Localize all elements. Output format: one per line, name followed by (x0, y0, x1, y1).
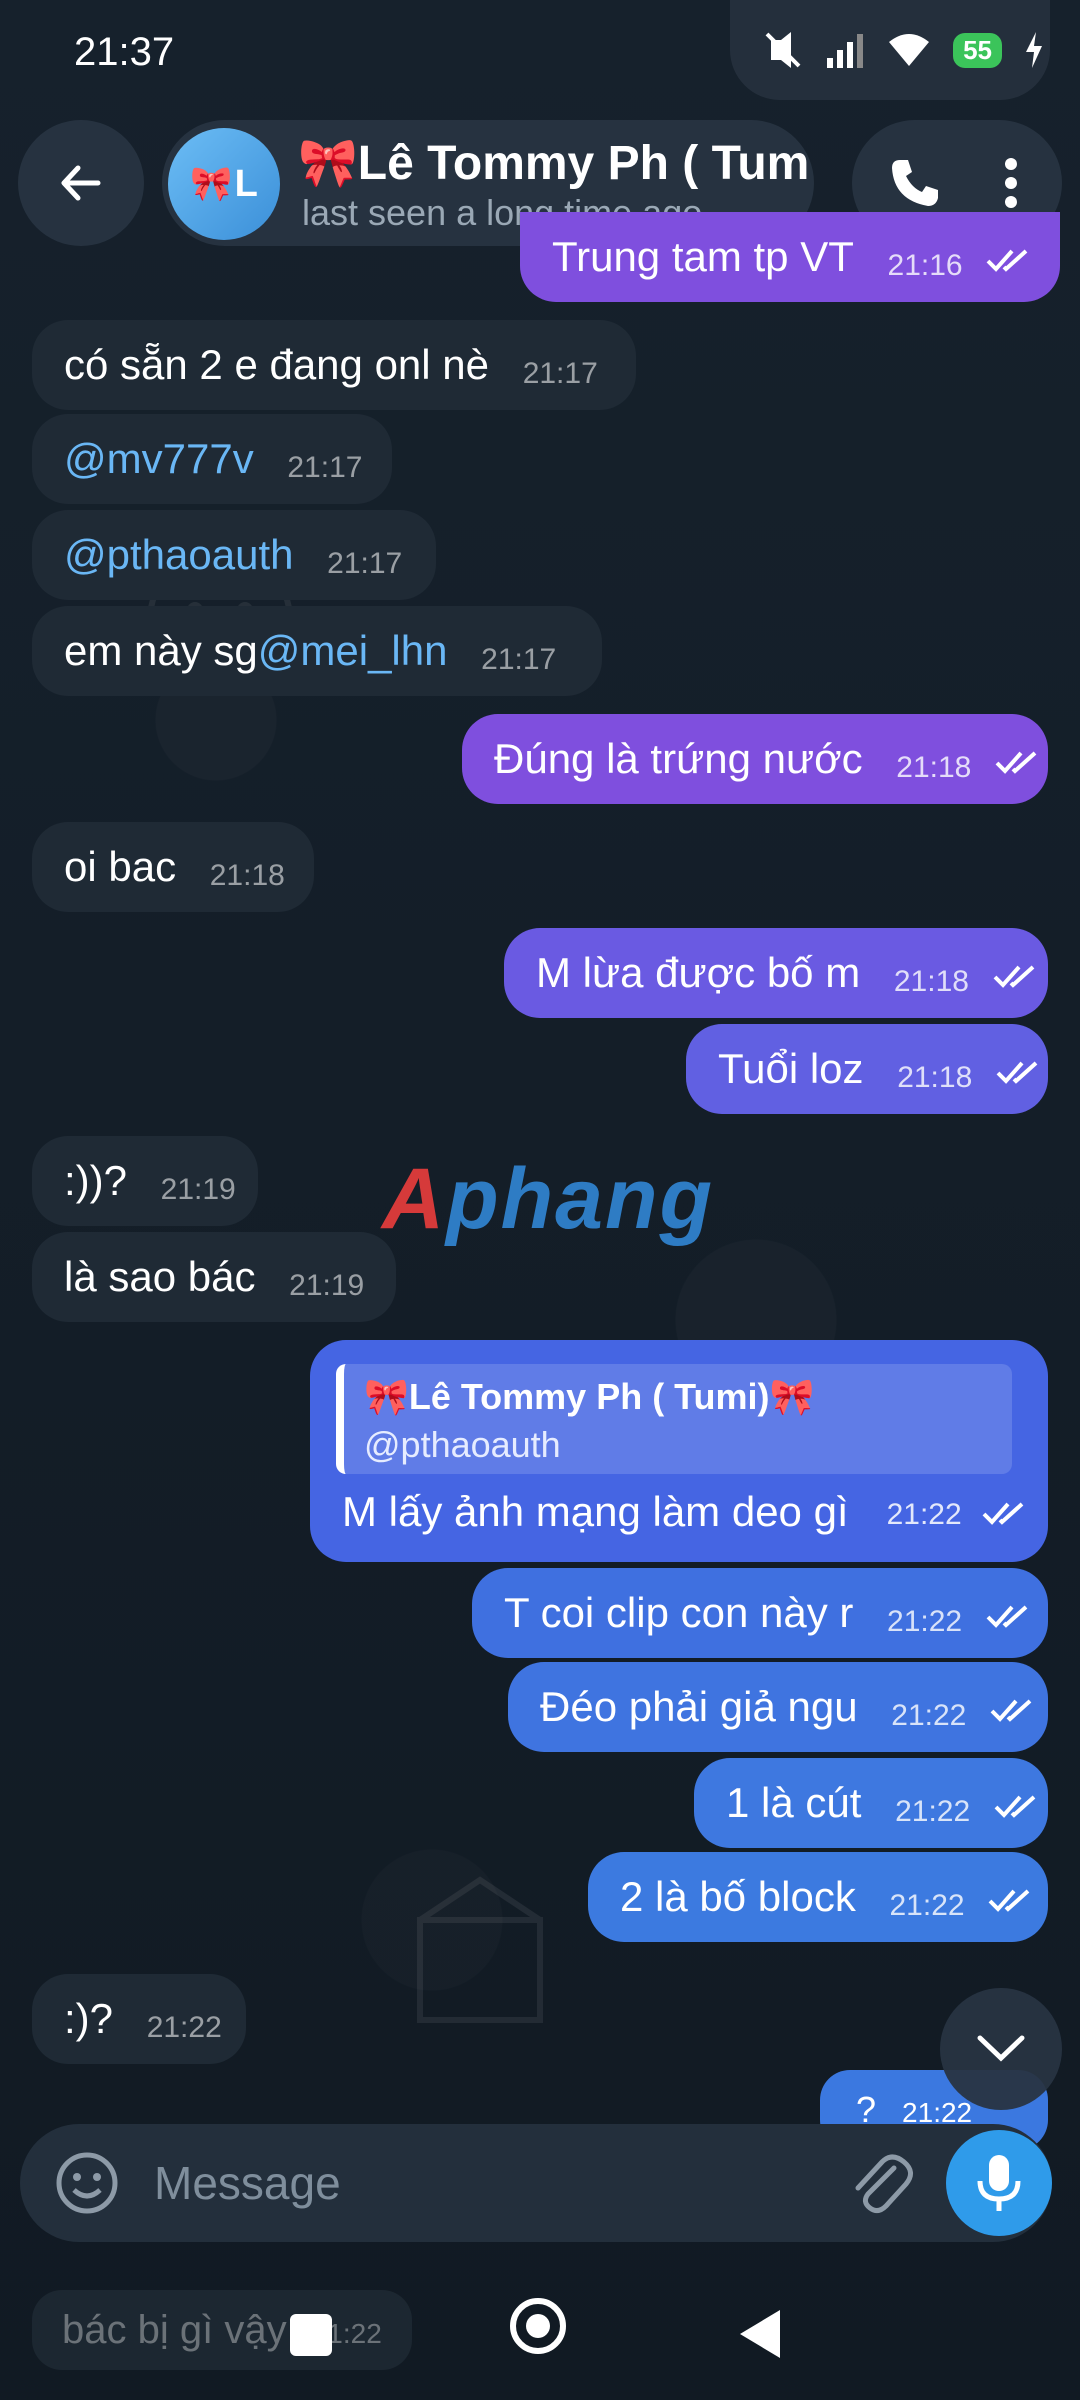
message-time: 21:18 (896, 751, 972, 784)
double-check-icon (982, 1502, 1024, 1525)
message-bubble-incoming[interactable]: @mv777v 21:17 (32, 414, 392, 504)
message-text: M lừa được bố m (536, 949, 861, 996)
chevron-down-icon (977, 2035, 1025, 2062)
scroll-down-button[interactable] (940, 1988, 1062, 2110)
message-bubble-outgoing[interactable]: 2 là bố block 21:22 (588, 1852, 1048, 1942)
message-time: 21:18 (893, 965, 969, 998)
message-time: 21:22 (889, 1889, 965, 1922)
back-button[interactable] (18, 120, 144, 246)
message-text: T coi clip con này r (504, 1589, 854, 1636)
signal-icon (827, 34, 864, 68)
back-arrow-icon (61, 165, 101, 201)
message-bubble-incoming[interactable]: @pthaoauth 21:17 (32, 510, 436, 600)
message-text: là sao bác (64, 1253, 256, 1300)
double-check-icon (994, 1795, 1036, 1818)
message-bubble-incoming[interactable]: em này sg @mei_lhn 21:17 (32, 606, 602, 696)
message-time: 21:18 (897, 1061, 973, 1094)
reply-quote-author: 🎀Lê Tommy Ph ( Tumi)🎀 (364, 1376, 815, 1417)
message-bubble-reply[interactable]: 🎀Lê Tommy Ph ( Tumi)🎀 @pthaoauth M lấy ả… (310, 1340, 1048, 1562)
message-time: 21:16 (887, 249, 963, 282)
message-composer (20, 2124, 1052, 2242)
status-time: 21:37 (74, 30, 175, 74)
system-back-button[interactable] (740, 2310, 780, 2358)
message-text: :))? (64, 1157, 127, 1204)
mention-link[interactable]: @mv777v (64, 414, 254, 504)
double-check-icon (996, 1061, 1038, 1084)
message-text: :)? (64, 1995, 114, 2042)
avatar-initial: L (234, 162, 258, 205)
message-bubble-incoming[interactable]: có sẵn 2 e đang onl nè 21:17 (32, 320, 636, 410)
avatar[interactable]: 🎀 L (168, 128, 280, 240)
mention-link[interactable]: @pthaoauth (64, 510, 293, 600)
message-text: Đéo phải giả ngu (540, 1683, 858, 1730)
message-time: 21:18 (209, 859, 285, 892)
wifi-icon (889, 34, 930, 66)
double-check-icon (995, 751, 1037, 774)
message-text: 1 là cút (726, 1779, 862, 1826)
message-time: 21:17 (327, 547, 403, 580)
double-check-icon (986, 1605, 1028, 1628)
message-bubble-outgoing[interactable]: M lừa được bố m 21:18 (504, 928, 1048, 1018)
message-time: 21:19 (160, 1173, 236, 1206)
message-time: 21:17 (287, 451, 363, 484)
recent-apps-button[interactable] (290, 2314, 332, 2356)
mention-link[interactable]: @mei_lhn (258, 606, 448, 696)
message-text: Tuổi loz (718, 1045, 864, 1092)
double-check-icon (990, 1699, 1032, 1722)
message-time: 21:22 (891, 1699, 967, 1732)
message-text: 2 là bố block (620, 1873, 856, 1920)
status-icons: 55 (763, 30, 1044, 70)
message-text: có sẵn 2 e đang onl nè (64, 341, 490, 388)
message-text: M lấy ảnh mạng làm deo gì (342, 1488, 849, 1535)
message-meta: 21:22 (887, 1498, 1026, 1532)
message-text: oi bac (64, 843, 177, 890)
message-bubble-incoming[interactable]: oi bac 21:18 (32, 822, 314, 912)
mute-icon (765, 32, 801, 68)
message-bubble-outgoing[interactable]: 1 là cút 21:22 (694, 1758, 1048, 1848)
message-input[interactable] (154, 2144, 834, 2222)
message-time: 21:17 (481, 643, 557, 676)
double-check-icon (986, 249, 1028, 272)
watermark-logo: Aphang (382, 1151, 715, 1247)
reply-quote-text: @pthaoauth (364, 1424, 561, 1465)
message-bubble-outgoing[interactable]: Trung tam tp VT 21:16 (520, 212, 1060, 302)
bow-icon: 🎀 (190, 165, 233, 203)
double-check-icon (993, 965, 1034, 988)
message-time: 21:19 (289, 1269, 365, 1302)
message-bubble-incoming[interactable]: :)? 21:22 (32, 1974, 246, 2064)
reply-quote[interactable]: 🎀Lê Tommy Ph ( Tumi)🎀 @pthaoauth (336, 1364, 1012, 1474)
doodle-icon (417, 1876, 543, 2023)
message-time: 21:22 (895, 1795, 971, 1828)
paperclip-icon[interactable] (842, 2146, 918, 2222)
message-bubble-incoming[interactable]: :))? 21:19 (32, 1136, 258, 1226)
message-bubble-outgoing[interactable]: Tuổi loz 21:18 (686, 1024, 1048, 1114)
system-nav-bar (0, 2270, 1080, 2400)
home-button[interactable] (510, 2298, 566, 2354)
double-check-icon (988, 1889, 1030, 1912)
phone-icon (892, 160, 938, 206)
message-bubble-outgoing[interactable]: Đúng là trứng nước 21:18 (462, 714, 1048, 804)
message-bubble-outgoing[interactable]: T coi clip con này r 21:22 (472, 1568, 1048, 1658)
message-text: em này sg (64, 627, 258, 674)
battery-level: 55 (953, 32, 1002, 68)
message-time: 21:22 (146, 2011, 222, 2044)
message-text: Đúng là trứng nước (494, 735, 863, 782)
microphone-icon (977, 2155, 1021, 2211)
contact-name: 🎀Lê Tommy Ph ( Tumi)🎀 (298, 137, 808, 190)
message-bubble-incoming[interactable]: là sao bác 21:19 (32, 1232, 396, 1322)
message-time: 21:22 (886, 1498, 962, 1531)
message-time: 21:17 (522, 357, 598, 390)
more-vertical-icon (1005, 158, 1017, 208)
emoji-icon[interactable] (54, 2150, 120, 2216)
message-text: Trung tam tp VT (552, 233, 854, 280)
message-time: 21:22 (887, 1605, 963, 1638)
status-bar: 21:37 55 (0, 0, 1080, 110)
voice-message-button[interactable] (946, 2130, 1052, 2236)
charging-icon (1026, 32, 1042, 68)
message-bubble-outgoing[interactable]: Đéo phải giả ngu 21:22 (508, 1662, 1048, 1752)
